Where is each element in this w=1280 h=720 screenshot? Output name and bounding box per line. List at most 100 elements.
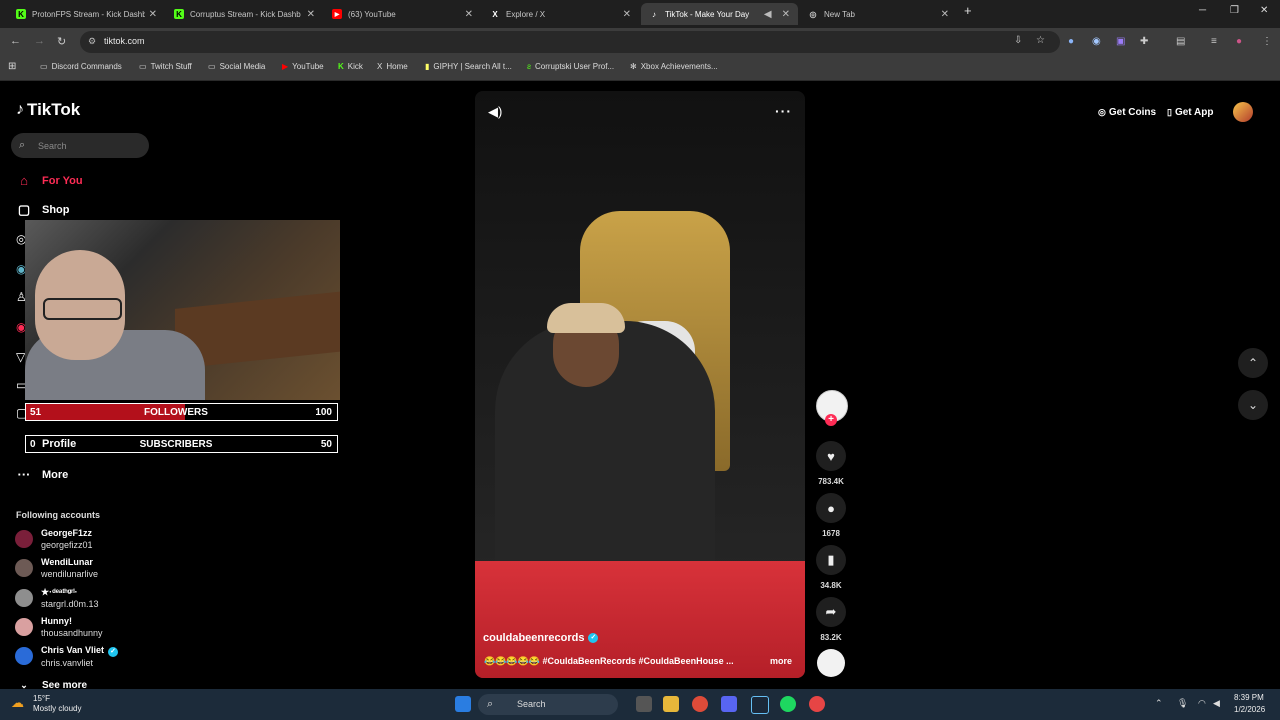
volume-icon[interactable]: ◀︎) <box>488 104 502 120</box>
bookmark-social-media[interactable]: ▭ Social Media <box>208 62 265 71</box>
tab-x-explore[interactable]: X Explore / X ✕ <box>482 3 639 25</box>
nav-for-you[interactable]: ⌂ For You <box>16 173 82 188</box>
account-handle: stargrl.d0m.13 <box>41 599 99 609</box>
video-player[interactable] <box>475 91 805 678</box>
tab-title: Explore / X <box>506 9 546 19</box>
menu-kebab-icon[interactable]: ⋮ <box>1262 36 1272 47</box>
sidepanel-icon[interactable]: ▤ <box>1176 36 1185 47</box>
save-count: 34.8K <box>820 581 842 590</box>
video-author[interactable]: couldabeenrecords ✓ <box>483 632 599 644</box>
close-icon[interactable]: ✕ <box>782 9 790 20</box>
nav-more[interactable]: ··· More <box>16 467 69 482</box>
more-options-icon[interactable]: ··· <box>775 103 792 119</box>
tab-protonfps-kick[interactable]: K ProtonFPS Stream - Kick Dashb ✕ <box>8 3 165 25</box>
extensions-puzzle-icon[interactable]: ✚ <box>1140 36 1148 47</box>
bookmark-xbox-achievements[interactable]: ✻ Xbox Achievements... <box>630 62 718 71</box>
following-account[interactable]: Hunny! thousandhunny <box>15 616 103 639</box>
profile-avatar-icon[interactable]: ● <box>1236 36 1242 47</box>
install-icon[interactable]: ⇩ <box>1014 35 1022 46</box>
site-info-icon[interactable]: ⚙ <box>88 36 96 47</box>
speaker-icon[interactable]: ◀︎ <box>764 9 772 20</box>
new-tab-button[interactable]: + <box>964 3 972 18</box>
profile-avatar[interactable] <box>1233 102 1253 122</box>
get-coins-button[interactable]: ◎ Get Coins <box>1098 103 1156 121</box>
bookmark-giphy[interactable]: ▮ GIPHY | Search All t... <box>425 62 512 71</box>
tab-youtube[interactable]: ▶ (63) YouTube ✕ <box>324 3 481 25</box>
tray-chevron-icon[interactable]: ⌃ <box>1155 698 1163 709</box>
nav-profile[interactable]: Profile <box>42 438 76 450</box>
extension-icon[interactable]: ● <box>1068 36 1074 47</box>
bookmark-label: GIPHY | Search All t... <box>433 62 512 71</box>
tab-tiktok[interactable]: ♪ TikTok - Make Your Day ◀︎ ✕ <box>641 3 798 25</box>
windows-start-icon[interactable] <box>455 696 471 712</box>
caption-more-button[interactable]: more <box>770 656 792 666</box>
follow-plus-icon[interactable]: + <box>825 414 837 426</box>
bookmark-corruptski[interactable]: ƨ Corruptski User Prof... <box>527 62 614 71</box>
tiktok-logo[interactable]: ♪ TikTok <box>16 100 80 120</box>
following-accounts-title: Following accounts <box>16 510 101 520</box>
music-disc[interactable] <box>817 649 845 677</box>
author-name: couldabeenrecords <box>483 632 585 644</box>
weather-condition: Mostly cloudy <box>33 704 82 713</box>
search-input[interactable]: ⌕ Search <box>11 133 149 158</box>
following-account[interactable]: ★·ᵈᵉᵃᵗʰᵍʳˡ· stargrl.d0m.13 <box>15 587 99 610</box>
bookmark-youtube[interactable]: ▶ YouTube <box>282 62 324 71</box>
microphone-icon[interactable]: 🎙 <box>1177 698 1188 709</box>
weather-icon[interactable]: ☁ <box>11 695 24 711</box>
back-icon[interactable]: ← <box>10 35 21 47</box>
discord-icon[interactable] <box>721 696 737 712</box>
close-icon[interactable]: ✕ <box>465 9 473 20</box>
media-icon[interactable]: ≡ <box>1211 36 1217 47</box>
taskbar-search[interactable]: ⌕ Search <box>478 694 618 715</box>
close-icon[interactable]: ✕ <box>941 9 949 20</box>
close-window-icon[interactable]: ✕ <box>1260 5 1268 16</box>
address-bar[interactable]: ⚙ tiktok.com ⇩ ☆ <box>80 31 1060 53</box>
bookmark-star-icon[interactable]: ☆ <box>1036 35 1045 46</box>
tab-corruptus-kick[interactable]: K Corruptus Stream - Kick Dashb ✕ <box>166 3 323 25</box>
forward-icon[interactable]: → <box>34 35 45 47</box>
tiktok-icon: ♪ <box>652 9 656 19</box>
restore-icon[interactable]: ❐ <box>1230 5 1239 16</box>
close-icon[interactable]: ✕ <box>307 9 315 20</box>
twitch-extension-icon[interactable]: ▣ <box>1116 36 1125 47</box>
get-app-button[interactable]: ▯ Get App <box>1167 103 1213 121</box>
comment-count: 1678 <box>822 529 840 538</box>
clock-date[interactable]: 1/2/2026 <box>1234 705 1265 714</box>
wifi-icon[interactable]: ◠ <box>1198 698 1206 709</box>
file-explorer-icon[interactable] <box>663 696 679 712</box>
account-name: GeorgeF1zz <box>41 528 93 538</box>
tab-new-tab[interactable]: ◎ New Tab ✕ <box>800 3 957 25</box>
kick-icon: K <box>16 9 26 19</box>
like-button[interactable]: ♥ <box>816 441 846 471</box>
following-account[interactable]: GeorgeF1zz georgefizz01 <box>15 528 93 551</box>
next-video-button[interactable]: ⌄ <box>1238 390 1268 420</box>
steam-icon[interactable] <box>751 696 769 714</box>
bookmark-x-home[interactable]: X Home <box>377 62 408 71</box>
chrome-icon[interactable] <box>692 696 708 712</box>
nav-shop[interactable]: ▢ Shop <box>16 202 70 218</box>
clock-time[interactable]: 8:39 PM <box>1234 693 1264 702</box>
obs-icon[interactable] <box>809 696 825 712</box>
following-account[interactable]: Chris Van Vliet ✓ chris.vanvliet <box>15 645 119 669</box>
close-icon[interactable]: ✕ <box>623 9 631 20</box>
apps-grid-icon[interactable]: ⊞ <box>8 61 16 72</box>
save-button[interactable]: ▮ <box>816 545 846 575</box>
bookmark-discord-commands[interactable]: ▭ Discord Commands <box>40 62 122 71</box>
followers-goal: 100 <box>315 406 332 418</box>
following-account[interactable]: WendiLunar wendilunarlive <box>15 557 98 580</box>
close-icon[interactable]: ✕ <box>149 9 157 20</box>
phone-icon: ▯ <box>1167 106 1172 117</box>
followers-goal-bar: 51 FOLLOWERS 100 <box>25 403 338 421</box>
task-view-icon[interactable] <box>636 696 652 712</box>
extension-icon[interactable]: ◉ <box>1092 36 1101 47</box>
bookmark-kick[interactable]: K Kick <box>338 62 363 71</box>
reload-icon[interactable]: ↻ <box>57 35 66 48</box>
activity-icon[interactable]: ▽ <box>16 350 25 364</box>
comment-button[interactable]: ● <box>816 493 846 523</box>
previous-video-button[interactable]: ⌃ <box>1238 348 1268 378</box>
spotify-icon[interactable] <box>780 696 796 712</box>
share-button[interactable]: ➦ <box>816 597 846 627</box>
minimize-icon[interactable]: ─ <box>1199 5 1206 16</box>
bookmark-twitch-stuff[interactable]: ▭ Twitch Stuff <box>139 62 192 71</box>
volume-icon[interactable]: ◀︎ <box>1213 698 1220 709</box>
